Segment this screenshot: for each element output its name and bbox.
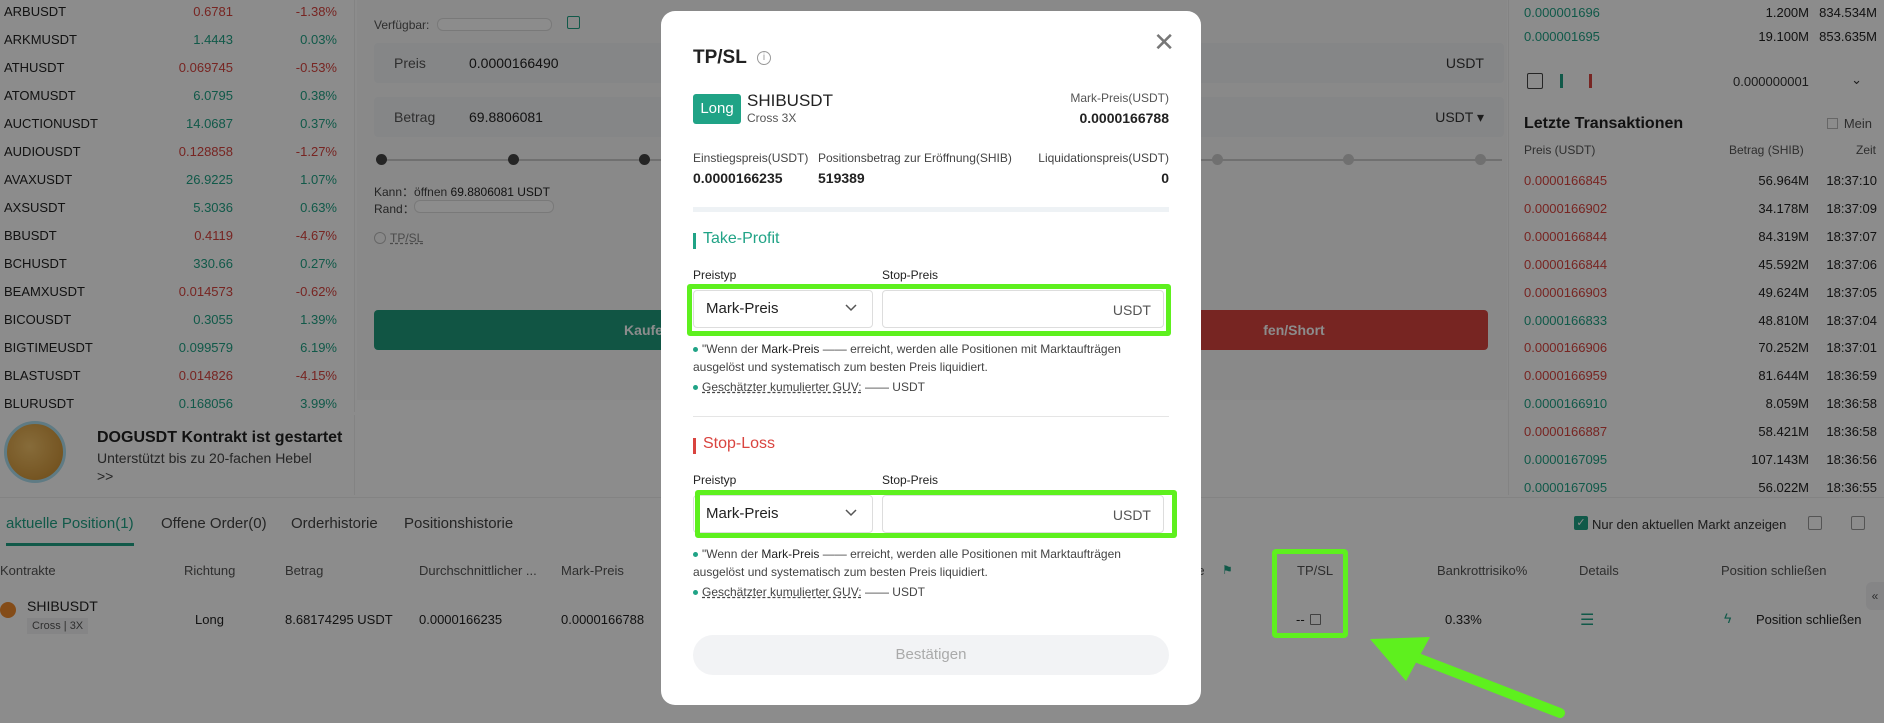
divider	[693, 416, 1169, 417]
tp-pnl: Geschätzter kumulierter GUV: —— USDT	[693, 378, 1173, 396]
sl-note: "Wenn der Mark-Preis —— erreicht, werden…	[693, 545, 1173, 581]
sl-stop-label: Stop-Preis	[882, 473, 939, 487]
sl-note-pre: "Wenn der	[702, 547, 759, 561]
tp-type-label: Preistyp	[693, 268, 737, 282]
tp-title: Take-Profit	[703, 230, 780, 247]
sl-title: Stop-Loss	[703, 435, 776, 452]
liq-value: 0	[1161, 170, 1169, 186]
sl-bar	[693, 438, 696, 454]
bullet-icon	[693, 347, 698, 353]
close-icon[interactable]: ✕	[1153, 29, 1175, 55]
sl-note-rest: —— erreicht, werden alle Positionen mit …	[693, 547, 1121, 579]
liq-label: Liquidationspreis(USDT)	[1038, 151, 1169, 165]
bullet-icon	[693, 552, 698, 558]
divider	[693, 207, 1169, 212]
info-icon[interactable]: i	[757, 51, 771, 65]
tp-note-type: Mark-Preis	[761, 342, 820, 356]
confirm-button[interactable]: Bestätigen	[693, 635, 1169, 675]
tp-pnl-value: —— USDT	[864, 380, 925, 394]
sl-pnl: Geschätzter kumulierter GUV: —— USDT	[693, 583, 1173, 601]
arrow-annotation-icon	[1370, 637, 1565, 718]
mark-label: Mark-Preis(USDT)	[1070, 91, 1169, 105]
mark-value: 0.0000166788	[1079, 110, 1169, 126]
modal-mode: Cross 3X	[747, 111, 797, 125]
highlight-box	[1272, 549, 1348, 638]
modal-title: TP/SL	[693, 47, 747, 68]
sl-pnl-value: —— USDT	[864, 585, 925, 599]
size-label: Positionsbetrag zur Eröffnung(SHIB)	[818, 151, 1012, 165]
sl-note-type: Mark-Preis	[761, 547, 820, 561]
entry-value: 0.0000166235	[693, 170, 783, 186]
sl-pnl-label: Geschätzter kumulierter GUV:	[702, 585, 862, 599]
bullet-icon	[693, 590, 698, 596]
tp-stop-label: Stop-Preis	[882, 268, 939, 282]
size-value: 519389	[818, 170, 865, 186]
side-badge: Long	[693, 94, 741, 124]
tp-pnl-label: Geschätzter kumulierter GUV:	[702, 380, 862, 394]
tp-bar	[693, 233, 696, 249]
sl-type-label: Preistyp	[693, 473, 737, 487]
tp-note-rest: —— erreicht, werden alle Positionen mit …	[693, 342, 1121, 374]
entry-label: Einstiegspreis(USDT)	[693, 151, 809, 165]
highlight-box	[687, 284, 1171, 336]
tp-note-pre: "Wenn der	[702, 342, 759, 356]
tpsl-modal: TP/SL i ✕ Long SHIBUSDT Cross 3X Mark-Pr…	[661, 11, 1201, 705]
tp-note: "Wenn der Mark-Preis —— erreicht, werden…	[693, 340, 1173, 376]
modal-symbol: SHIBUSDT	[747, 91, 833, 110]
highlight-box	[695, 490, 1177, 538]
bullet-icon	[693, 385, 698, 391]
